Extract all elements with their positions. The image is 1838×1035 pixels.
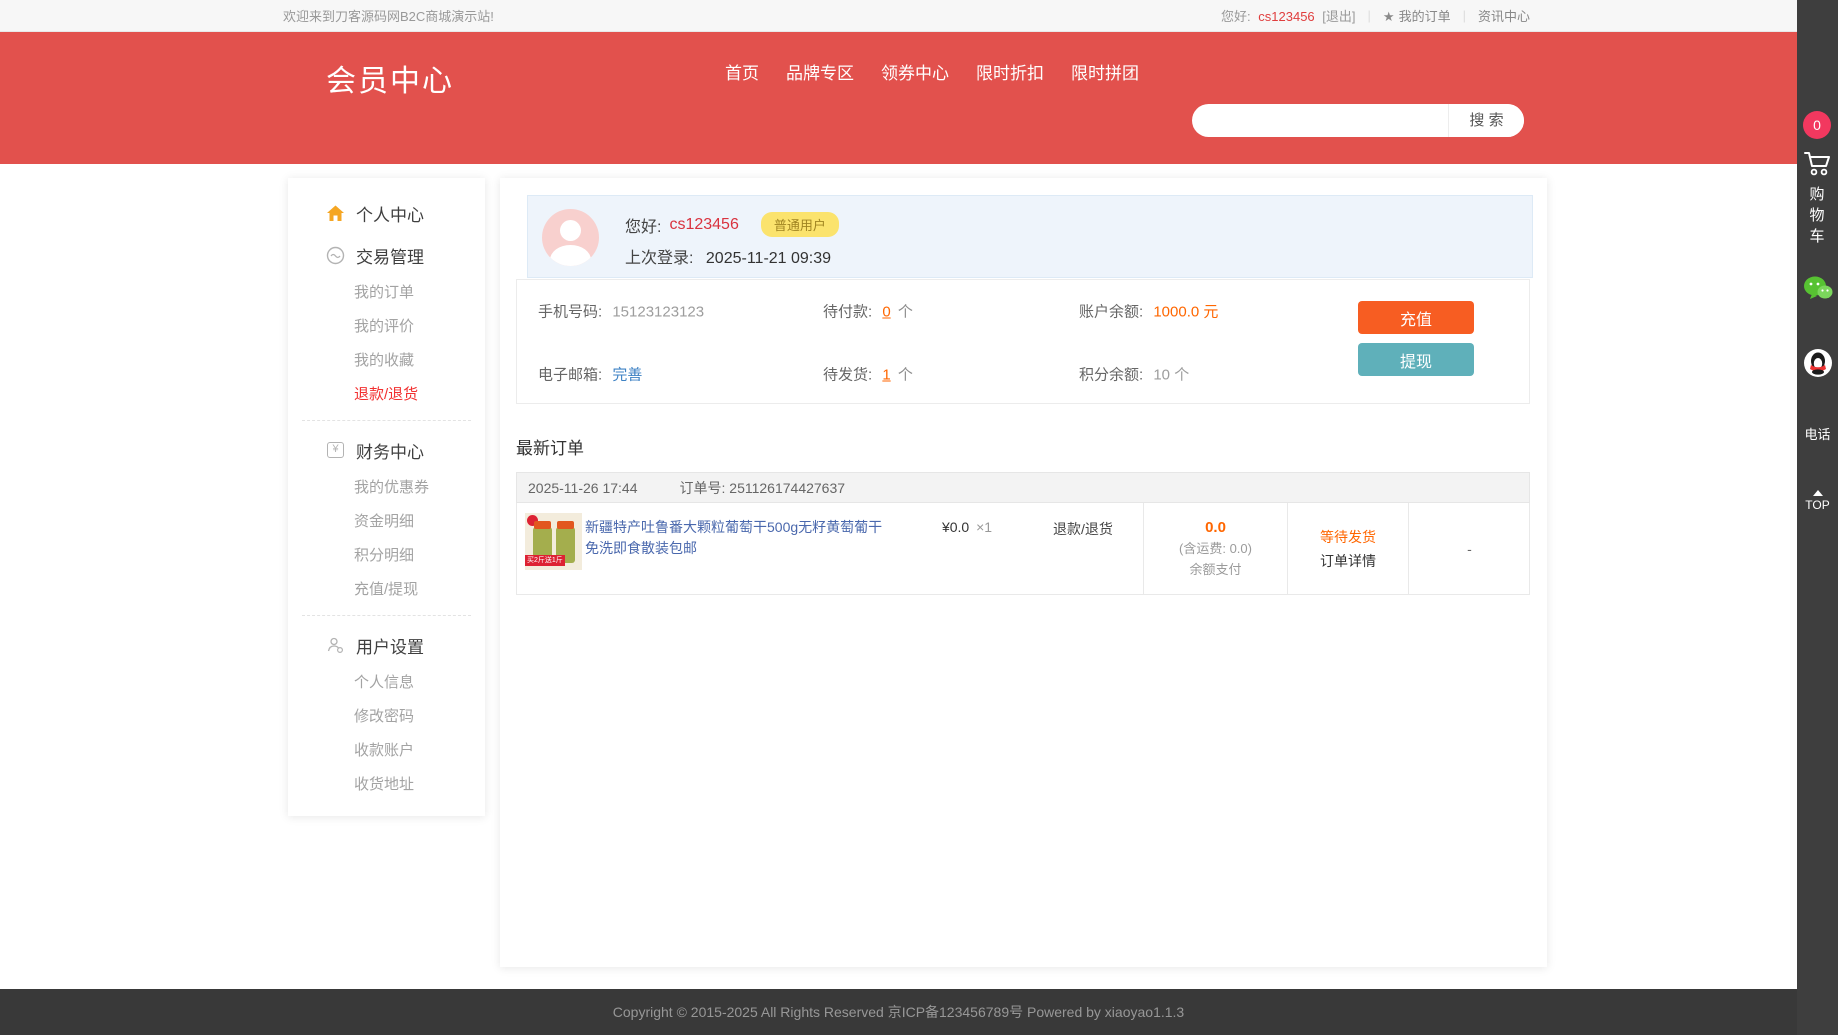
trade-icon: [326, 246, 345, 265]
account-info-box: 手机号码: 15123123123 待付款: 0 个 账户余额: 1000.0 …: [516, 279, 1530, 404]
cart-label[interactable]: 购 物 车: [1797, 186, 1838, 249]
product-title-link[interactable]: 新疆特产吐鲁番大颗粒葡萄干500g无籽黄萄葡干免洗即食散装包邮: [585, 517, 885, 559]
welcome-text: 欢迎来到刀客源码网B2C商城演示站!: [283, 6, 494, 25]
sidebar-item-points-details[interactable]: 积分明细: [288, 539, 485, 573]
sidebar-item-fund-details[interactable]: 资金明细: [288, 505, 485, 539]
points-value: 10 个: [1153, 366, 1189, 383]
profile-username: cs123456: [669, 216, 738, 234]
divider: [302, 420, 471, 421]
pending-ship-label: 待发货:: [823, 366, 872, 383]
main-panel: 您好: cs123456 普通用户 上次登录: 2025-11-21 09:39…: [500, 178, 1547, 967]
qq-icon[interactable]: [1797, 348, 1838, 378]
sidebar-section-personal-center[interactable]: 个人中心: [288, 192, 485, 234]
search-input[interactable]: [1192, 104, 1448, 137]
pending-ship-count-link[interactable]: 1: [882, 366, 890, 383]
sidebar-item-personal-info[interactable]: 个人信息: [288, 666, 485, 700]
site-header: 会员中心 首页 品牌专区 领券中心 限时折扣 限时拼团 搜 索: [0, 32, 1797, 164]
nav-item-group-buy[interactable]: 限时拼团: [1071, 62, 1139, 86]
points-label: 积分余额:: [1079, 366, 1143, 383]
phone-value: 15123123123: [612, 304, 704, 321]
nav-item-brand-zone[interactable]: 品牌专区: [786, 62, 854, 86]
user-settings-icon: [326, 636, 345, 655]
finance-icon: ¥: [326, 441, 345, 460]
payment-cell: 0.0 (含运费: 0.0) 余额支付: [1143, 503, 1287, 594]
balance-label: 账户余额:: [1079, 304, 1143, 321]
search-button[interactable]: 搜 索: [1448, 104, 1524, 137]
email-complete-link[interactable]: 完善: [612, 366, 642, 383]
phone-contact[interactable]: 电话: [1797, 424, 1838, 443]
last-login-label: 上次登录:: [625, 250, 693, 267]
pending-payment-count-link[interactable]: 0: [882, 304, 890, 321]
order-detail-link[interactable]: 订单详情: [1320, 551, 1376, 571]
search-box: 搜 索: [1192, 104, 1524, 137]
order-type: 退款/退货: [1023, 519, 1143, 539]
last-login-value: 2025-11-21 09:39: [706, 250, 831, 267]
recharge-button[interactable]: 充值: [1358, 301, 1474, 334]
sidebar-item-my-coupons[interactable]: 我的优惠券: [288, 471, 485, 505]
sidebar-item-my-favorites[interactable]: 我的收藏: [288, 344, 485, 378]
topbar-news-link[interactable]: 资讯中心: [1478, 6, 1530, 25]
greeting-label: 您好:: [625, 213, 661, 237]
main-nav: 首页 品牌专区 领券中心 限时折扣 限时拼团: [725, 62, 1139, 86]
unit-price: ¥0.0: [942, 519, 969, 535]
wechat-icon[interactable]: [1797, 274, 1838, 304]
withdraw-button[interactable]: 提现: [1358, 343, 1474, 376]
divider: |: [1368, 8, 1371, 23]
order-time: 2025-11-26 17:44: [528, 480, 638, 496]
float-toolbar: 0 购 物 车 电话 TOP: [1797, 0, 1838, 1035]
greeting: 您好: cs123456 [退出]: [1221, 6, 1356, 25]
sidebar-item-change-password[interactable]: 修改密码: [288, 700, 485, 734]
sidebar-item-payment-account[interactable]: 收款账户: [288, 734, 485, 768]
latest-orders-title: 最新订单: [516, 434, 584, 459]
nav-item-flash-discount[interactable]: 限时折扣: [976, 62, 1044, 86]
nav-item-coupon-center[interactable]: 领券中心: [881, 62, 949, 86]
cart-icon[interactable]: [1797, 150, 1838, 178]
order-status: 等待发货: [1320, 527, 1376, 547]
topbar-username: cs123456: [1258, 9, 1314, 24]
price-cell: ¥0.0 ×1: [897, 519, 1037, 535]
extra-cell: -: [1408, 503, 1530, 594]
pending-payment-label: 待付款:: [823, 304, 872, 321]
sidebar-section-user-settings[interactable]: 用户设置: [288, 624, 485, 666]
logout-link[interactable]: [退出]: [1322, 9, 1355, 24]
status-cell: 等待发货 订单详情: [1287, 503, 1408, 594]
user-level-badge: 普通用户: [761, 212, 839, 237]
order-amount: 0.0: [1205, 519, 1226, 536]
account-sidebar: 个人中心 交易管理 我的订单 我的评价 我的收藏 退款/退货 ¥ 财务中心 我的…: [288, 178, 485, 816]
promo-ribbon: 买2斤送1斤: [525, 555, 565, 566]
topbar: 欢迎来到刀客源码网B2C商城演示站! 您好: cs123456 [退出] | ★…: [0, 0, 1797, 32]
phone-label: 手机号码:: [538, 304, 602, 321]
sidebar-section-trade[interactable]: 交易管理: [288, 234, 485, 276]
user-summary-card: 您好: cs123456 普通用户 上次登录: 2025-11-21 09:39: [527, 195, 1533, 278]
page-title: 会员中心: [326, 56, 454, 100]
back-to-top-button[interactable]: TOP: [1797, 490, 1838, 512]
sidebar-item-refunds[interactable]: 退款/退货: [288, 378, 485, 412]
email-label: 电子邮箱:: [538, 366, 602, 383]
shipping-note: (含运费: 0.0): [1179, 538, 1252, 557]
sidebar-section-finance[interactable]: ¥ 财务中心: [288, 429, 485, 471]
sidebar-item-shipping-address[interactable]: 收货地址: [288, 768, 485, 802]
product-thumbnail[interactable]: 买2斤送1斤: [525, 513, 582, 570]
divider: [302, 615, 471, 616]
topbar-my-orders-link[interactable]: ★我的订单: [1383, 6, 1451, 25]
order-no-label: 订单号:: [680, 480, 726, 496]
home-icon: [326, 204, 345, 223]
divider: |: [1463, 8, 1466, 23]
pay-method: 余额支付: [1189, 559, 1241, 578]
cart-count-badge: 0: [1803, 111, 1831, 139]
sidebar-item-my-reviews[interactable]: 我的评价: [288, 310, 485, 344]
avatar: [542, 209, 599, 266]
footer: Copyright © 2015-2025 All Rights Reserve…: [0, 989, 1797, 1035]
sidebar-item-my-orders[interactable]: 我的订单: [288, 276, 485, 310]
star-icon: ★: [1383, 9, 1395, 24]
quantity: ×1: [976, 519, 992, 535]
nav-item-home[interactable]: 首页: [725, 62, 759, 86]
balance-value: 1000.0 元: [1153, 304, 1218, 321]
sidebar-item-recharge-withdraw[interactable]: 充值/提现: [288, 573, 485, 607]
order-header-row: 2025-11-26 17:44 订单号: 251126174427637: [516, 472, 1530, 503]
order-row: 买2斤送1斤 新疆特产吐鲁番大颗粒葡萄干500g无籽黄萄葡干免洗即食散装包邮 ¥…: [516, 503, 1530, 595]
order-no-value: 251126174427637: [729, 480, 845, 496]
top-arrow-icon: [1813, 490, 1823, 496]
